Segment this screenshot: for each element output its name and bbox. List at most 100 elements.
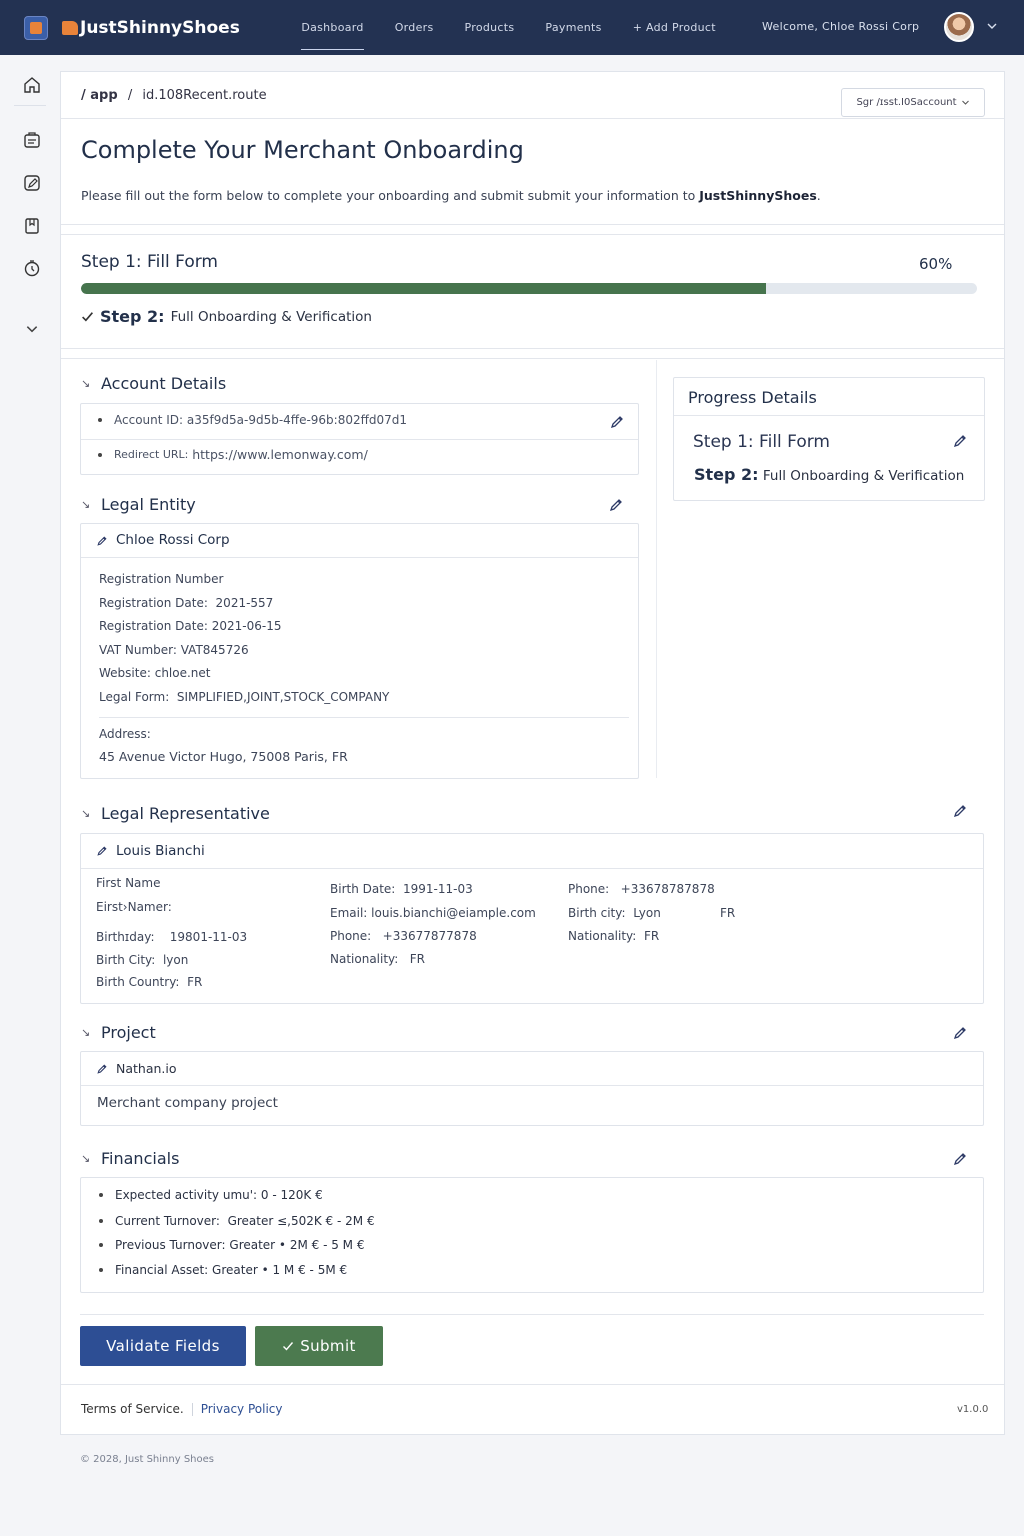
step2-strong: Step 2: [100,307,165,326]
welcome-text: Welcome, Chloe Rossi Corp [762,20,920,33]
rep-extra-country: FR [720,906,736,920]
registration-date-row: Registration Date: 2021-557 [99,596,273,610]
progress-step2: Step 2: Full Onboarding & Verification [694,465,964,484]
intro-divider [61,224,1004,225]
progress-step1: Step 1: Fill Form [693,432,830,452]
pencil-icon[interactable] [952,1151,968,1167]
account-select[interactable]: Sgr /ɪsst.I0Saccount [841,88,985,117]
progress-divider [61,348,1004,349]
financials-title[interactable]: ↘ Financials [81,1149,179,1168]
nav-products[interactable]: Products [449,0,530,55]
row-value: Greater • 2M € - 5 M € [229,1238,365,1252]
rep-birth-city-row: Birth City: lyon [96,953,188,967]
legal-rep-title[interactable]: ↘ Legal Representative [81,804,270,823]
breadcrumb-sep: / [127,88,133,103]
project-name: Nathan.io [116,1061,177,1076]
step2-text: Full Onboarding & Verification [762,468,965,484]
rep-first-name-row-2: Eirst›Namer: [96,900,172,914]
row-value: Lyon [633,906,661,920]
section-label: Financials [101,1149,180,1168]
pencil-icon[interactable] [609,414,625,430]
bullet [99,1268,103,1272]
home-icon[interactable] [22,75,42,95]
section-label: Project [101,1023,156,1042]
edit-doc-icon[interactable] [22,173,42,193]
row-label: Eirst›Namer: [96,900,172,914]
chevron-right-icon: ↘ [81,1026,91,1039]
chevron-right-icon: ↘ [81,807,91,820]
legal-rep-box: Louis Bianchi First Name Eirst›Namer: Bi… [80,833,984,1004]
pencil-icon[interactable] [96,845,108,857]
financial-row: Financial Asset: Greater • 1 M € - 5M € [99,1263,347,1277]
terms-link[interactable]: Terms of Service. [81,1402,184,1416]
section-label: Legal Entity [101,495,196,514]
nav-dashboard[interactable]: Dashboard [286,0,379,55]
clipboard-icon[interactable] [22,130,42,150]
section-label: Account Details [101,374,227,393]
row-value: +33677877878 [382,929,477,943]
row-label: Registration Number [99,572,224,586]
timer-icon[interactable] [22,258,42,278]
nav-payments[interactable]: Payments [530,0,617,55]
row-value: FR [643,929,660,943]
page-intro: Please fill out the form below to comple… [81,188,821,203]
footer-sep [191,1402,193,1416]
bullet [98,452,102,457]
progress-top-divider [61,234,1004,235]
account-details-box: Account ID: a35f9d5a-9d5b-4ffe-96b:802ff… [80,403,639,475]
progress-percent: 60% [919,255,953,273]
chevron-down-icon[interactable] [22,319,42,339]
account-select-value: Sgr /ɪsst.I0Saccount [856,97,957,108]
row-label: VAT Number: [99,643,177,657]
app-logo[interactable] [24,15,48,40]
bullet [99,1243,103,1247]
row-label: Expected activity umu': [115,1188,258,1202]
breadcrumb-root[interactable]: / app [81,88,118,103]
bullet [98,418,102,422]
pencil-icon[interactable] [608,497,624,513]
nav-add-product[interactable]: + Add Product [617,0,731,55]
legal-entity-title[interactable]: ↘ Legal Entity [81,495,196,514]
website-row: Website: chloe.net [99,666,211,680]
row-value: lyon [162,953,189,967]
row-label: Website: [99,666,151,680]
privacy-link[interactable]: Privacy Policy [201,1402,283,1416]
pencil-icon[interactable] [96,535,108,547]
progress-details-box: Progress Details Step 1: Fill Form Step … [673,377,985,501]
step1-title: Step 1: Fill Form [81,252,218,272]
rep-name: Louis Bianchi [116,843,205,859]
intro-brand: JustShinnyShoes [699,188,817,203]
pencil-icon[interactable] [952,1025,968,1041]
pencil-icon[interactable] [952,803,968,819]
bookmark-icon[interactable] [22,216,42,236]
pencil-icon[interactable] [952,433,968,449]
row-label: Phone: [568,882,610,896]
user-avatar[interactable] [944,12,974,42]
row-value: 0 - 120K € [260,1188,323,1202]
row-label: Birth Date: [330,882,396,896]
actions-divider [80,1314,984,1315]
nav-orders[interactable]: Orders [379,0,449,55]
validate-fields-button[interactable]: Validate Fields [80,1326,246,1366]
brand-name[interactable]: JustShinnyShoes [62,18,240,38]
row-label: Nationality: [330,952,399,966]
submit-button[interactable]: Submit [255,1326,383,1366]
account-details-title[interactable]: ↘ Account Details [81,374,226,393]
address-divider [99,717,629,718]
pencil-icon[interactable] [96,1063,108,1075]
legal-entity-box: Chloe Rossi Corp Registration Number Reg… [80,523,639,779]
rep-first-name-row: First Name [96,876,160,890]
chevron-down-icon [961,100,969,105]
chevron-down-icon[interactable] [986,20,998,32]
row-label: Birth City: [96,953,156,967]
check-icon [283,1342,294,1351]
financials-box: Expected activity umu': 0 - 120K € Curre… [80,1177,984,1293]
progress-bar [81,283,977,294]
address-label: Address: [99,727,151,741]
financial-row: Current Turnover: Greater ≤,502K € - 2M … [99,1214,375,1228]
breadcrumb-route[interactable]: id.108Recent.route [142,88,266,103]
sidebar [0,55,60,1535]
footer-divider [61,1384,1004,1385]
project-title[interactable]: ↘ Project [81,1023,156,1042]
row-value: VAT845726 [180,643,249,657]
